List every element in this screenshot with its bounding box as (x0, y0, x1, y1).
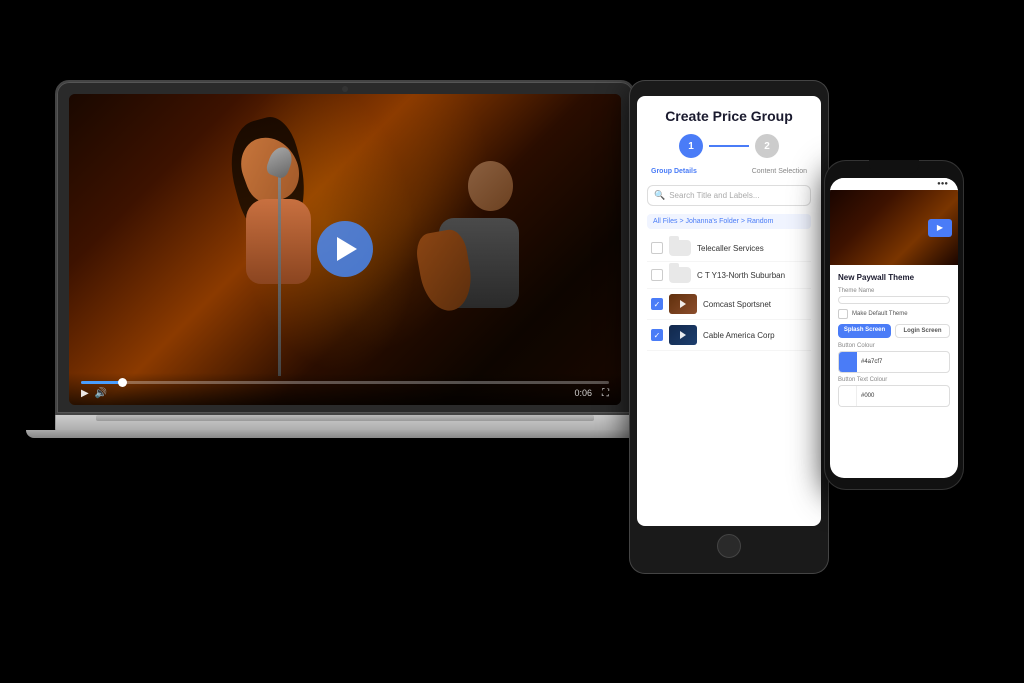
phone-btn-text-colour-value: #000 (857, 393, 949, 399)
stepper: 1 2 (647, 134, 811, 158)
phone-content: New Paywall Theme Theme Name Make Defaul… (830, 265, 958, 419)
phone-login-btn[interactable]: Login Screen (895, 324, 950, 338)
controls-row: ▶ 🔊 0:06 ⛶ (81, 388, 609, 399)
video-controls: ▶ 🔊 0:06 ⛶ (69, 373, 621, 405)
progress-track[interactable] (81, 381, 609, 384)
phone-play-button[interactable]: ▶ (928, 219, 952, 237)
phone-default-checkbox[interactable] (838, 309, 848, 319)
guitarist-figure (400, 156, 593, 404)
microphone-stand (278, 162, 281, 376)
laptop-camera (342, 86, 348, 92)
thumb-play-icon-4 (680, 331, 686, 339)
step-2-label: Content Selection (752, 168, 807, 175)
search-placeholder: Search Title and Labels... (669, 191, 759, 200)
concert-video: ▶ 🔊 0:06 ⛶ (69, 94, 621, 405)
search-box[interactable]: 🔍 Search Title and Labels... (647, 185, 811, 206)
laptop-bezel: ▶ 🔊 0:06 ⛶ (55, 80, 635, 415)
thumbnail-overlay-3 (669, 294, 697, 314)
phone-default-label: Make Default Theme (852, 311, 908, 317)
phone-btn-colour-field[interactable]: #4a7cf7 (838, 351, 950, 373)
file-name-4: Cable America Corp (703, 331, 807, 340)
tablet-content: Create Price Group 1 2 Group Details Con… (637, 96, 821, 363)
step-1-circle: 1 (679, 134, 703, 158)
phone-btn-text-colour-field[interactable]: #000 (838, 385, 950, 407)
file-checkbox-3[interactable]: ✓ (651, 298, 663, 310)
guitarist-body (400, 156, 593, 404)
file-checkbox-4[interactable]: ✓ (651, 329, 663, 341)
step-2-circle: 2 (755, 134, 779, 158)
tablet-home-button[interactable] (717, 534, 741, 558)
time-display: 0:06 (574, 388, 592, 398)
file-checkbox-2[interactable] (651, 269, 663, 281)
phone-theme-name-label: Theme Name (838, 288, 950, 294)
phone-video-overlay: ▶ (830, 190, 958, 265)
laptop-device: ▶ 🔊 0:06 ⛶ (55, 80, 635, 433)
file-name-2: C T Y13-North Suburban (697, 271, 807, 280)
phone-button-row: Splash Screen Login Screen (838, 324, 950, 338)
thumbnail-overlay-4 (669, 325, 697, 345)
file-name-3: Comcast Sportsnet (703, 300, 807, 309)
phone-btn-colour-label: Button Colour (838, 343, 950, 349)
play-icon (337, 237, 357, 261)
step-1-label: Group Details (651, 168, 697, 175)
volume-btn[interactable]: 🔊 (95, 388, 107, 399)
folder-icon-2 (669, 267, 691, 283)
folder-icon-1 (669, 240, 691, 256)
file-item-4: ✓ Cable America Corp (647, 320, 811, 351)
breadcrumb: All Files > Johanna's Folder > Random (647, 214, 811, 229)
file-item-2: C T Y13-North Suburban (647, 262, 811, 289)
progress-handle (118, 378, 127, 387)
phone-status-bar: ●●● (830, 178, 958, 190)
singer-body (216, 119, 336, 405)
tablet-page-title: Create Price Group (647, 108, 811, 124)
file-item-1: Telecaller Services (647, 235, 811, 262)
file-thumbnail-3 (669, 294, 697, 314)
step-line (709, 145, 749, 147)
thumb-play-icon-3 (680, 300, 686, 308)
laptop-hinge (96, 415, 594, 421)
fullscreen-btn[interactable]: ⛶ (602, 388, 609, 399)
main-scene: ▶ 🔊 0:06 ⛶ Create Price Group (0, 0, 1024, 683)
phone-btn-colour-swatch (839, 352, 857, 372)
phone-device: ●●● ▶ New Paywall Theme Theme Name Make … (824, 160, 964, 490)
phone-notch (869, 160, 919, 174)
step-labels: Group Details Content Selection (647, 168, 811, 175)
phone-video-thumbnail: ▶ (830, 190, 958, 265)
laptop-base (55, 415, 635, 433)
play-button[interactable] (317, 221, 373, 277)
phone-theme-name-input[interactable] (838, 296, 950, 304)
phone-screen: ●●● ▶ New Paywall Theme Theme Name Make … (830, 178, 958, 478)
phone-default-theme-row: Make Default Theme (838, 309, 950, 319)
file-thumbnail-4 (669, 325, 697, 345)
phone-section-title: New Paywall Theme (838, 273, 950, 282)
file-name-1: Telecaller Services (697, 244, 807, 253)
search-icon: 🔍 (654, 190, 665, 201)
phone-signal: ●●● (937, 181, 948, 187)
file-checkbox-1[interactable] (651, 242, 663, 254)
play-pause-btn[interactable]: ▶ (81, 388, 89, 399)
phone-btn-text-colour-swatch (839, 386, 857, 406)
laptop-screen: ▶ 🔊 0:06 ⛶ (69, 94, 621, 405)
file-item-3: ✓ Comcast Sportsnet (647, 289, 811, 320)
breadcrumb-text: All Files > Johanna's Folder > Random (653, 218, 773, 225)
guitarist-head (468, 161, 513, 211)
phone-btn-colour-value: #4a7cf7 (857, 359, 949, 365)
tablet-screen: Create Price Group 1 2 Group Details Con… (637, 96, 821, 526)
phone-btn-text-colour-label: Button Text Colour (838, 377, 950, 383)
phone-splash-btn[interactable]: Splash Screen (838, 324, 891, 338)
progress-fill (81, 381, 123, 384)
tablet-device: Create Price Group 1 2 Group Details Con… (629, 80, 829, 574)
